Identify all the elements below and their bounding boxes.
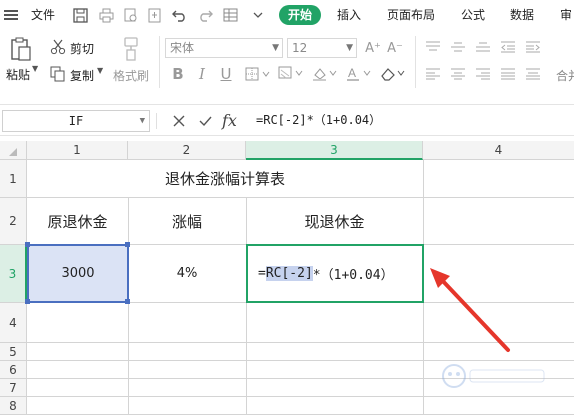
chevron-down-icon: ▼ [346, 43, 353, 53]
header-increase-rate[interactable]: 涨幅 [128, 198, 246, 244]
scissors-icon[interactable] [50, 39, 66, 55]
ribbon-divider [415, 36, 416, 88]
eraser-icon[interactable] [379, 65, 407, 83]
format-painter-button[interactable]: 格式刷 [113, 67, 149, 84]
indent-decrease-icon[interactable] [500, 40, 516, 54]
highlight-icon[interactable] [311, 65, 339, 83]
underline-icon[interactable]: U [218, 65, 234, 83]
column-header-1[interactable]: 1 [27, 141, 128, 160]
cancel-icon[interactable] [172, 113, 186, 129]
font-size-combo[interactable]: 12 ▼ [287, 38, 357, 58]
print-icon[interactable] [98, 7, 114, 23]
border-icon[interactable] [244, 65, 272, 83]
watermark-logo [440, 362, 550, 390]
align-left-icon[interactable] [425, 67, 441, 81]
row-header-6[interactable]: 6 [0, 361, 27, 379]
select-all-corner[interactable] [0, 141, 27, 160]
align-top-icon[interactable] [425, 40, 441, 54]
align-middle-icon[interactable] [450, 40, 466, 54]
merge-button[interactable]: 合并 [556, 67, 574, 84]
selection-handle[interactable] [25, 242, 30, 247]
justify-icon[interactable] [500, 67, 516, 81]
font-name-value: 宋体 [170, 41, 195, 55]
tab-formulas[interactable]: 公式 [461, 0, 485, 30]
chevron-down-icon: ▼ [139, 116, 145, 126]
export-pdf-icon[interactable] [146, 7, 162, 23]
original-value: 3000 [61, 266, 95, 281]
decrease-font-icon[interactable]: A⁻ [386, 38, 404, 58]
row-header-7[interactable]: 7 [0, 379, 27, 397]
annotation-arrow [430, 268, 510, 352]
editing-formula-cell[interactable]: = RC[-2] *（1+0.04） [246, 244, 424, 303]
chevron-down-icon[interactable]: ▼ [97, 66, 103, 75]
cut-button[interactable]: 剪切 [70, 40, 94, 57]
sheet-title-cell[interactable]: 退休金涨幅计算表 [27, 160, 423, 197]
font-size-value: 12 [292, 41, 308, 55]
italic-icon[interactable]: I [194, 65, 210, 83]
menu-bar: 文件 开始 插入 页面布局 公式 数据 审 [0, 0, 574, 30]
confirm-icon[interactable] [198, 113, 212, 129]
formula-input[interactable]: =RC[-2]*（1+0.04） [256, 105, 381, 135]
distributed-align-icon[interactable] [525, 67, 541, 81]
cell-rate-value[interactable]: 4% [128, 244, 246, 302]
font-color-icon[interactable]: A [345, 65, 373, 83]
row-header-4[interactable]: 4 [0, 303, 27, 343]
formula-suffix: *（1+0.04） [312, 268, 394, 283]
undo-icon[interactable] [172, 7, 188, 23]
row-header-1[interactable]: 1 [0, 160, 27, 198]
row-header-5[interactable]: 5 [0, 343, 27, 361]
align-right-icon[interactable] [475, 67, 491, 81]
copy-icon[interactable] [50, 66, 66, 82]
name-box[interactable]: IF ▼ [2, 110, 150, 132]
insert-function-icon[interactable]: fx [222, 111, 237, 130]
cell-original-value[interactable]: 3000 [27, 244, 129, 303]
redo-icon[interactable] [197, 7, 213, 23]
gridline [27, 396, 574, 397]
column-header-2[interactable]: 2 [128, 141, 246, 160]
file-menu[interactable]: 文件 [31, 0, 55, 30]
tab-review[interactable]: 审 [560, 0, 572, 30]
copy-button[interactable]: 复制 [70, 67, 94, 84]
tab-insert[interactable]: 插入 [337, 0, 361, 30]
tab-page-layout[interactable]: 页面布局 [387, 0, 435, 30]
row-header-8[interactable]: 8 [0, 397, 27, 415]
ribbon-divider [159, 36, 160, 88]
font-name-combo[interactable]: 宋体 ▼ [165, 38, 283, 58]
formula-bar: IF ▼ fx =RC[-2]*（1+0.04） [0, 104, 574, 136]
column-header-4[interactable]: 4 [423, 141, 574, 160]
chevron-down-icon[interactable]: ▼ [32, 64, 38, 73]
bold-icon[interactable]: B [170, 65, 186, 83]
align-center-icon[interactable] [450, 67, 466, 81]
svg-text:A: A [348, 66, 356, 80]
save-icon[interactable] [72, 7, 88, 23]
format-painter-icon[interactable] [120, 36, 142, 62]
chevron-down-icon[interactable] [250, 7, 266, 23]
column-header-bar: 1 2 3 4 [0, 141, 574, 160]
chevron-down-icon: ▼ [272, 43, 279, 53]
tab-start[interactable]: 开始 [279, 5, 321, 25]
increase-font-icon[interactable]: A⁺ [364, 38, 382, 58]
table-style-icon[interactable] [222, 7, 238, 23]
formula-reference: RC[-2] [265, 266, 313, 281]
print-preview-icon[interactable] [122, 7, 138, 23]
row-header-2[interactable]: 2 [0, 198, 27, 245]
header-original-pension[interactable]: 原退休金 [27, 198, 128, 244]
row-header-3[interactable]: 3 [0, 245, 27, 303]
paste-icon[interactable] [9, 36, 33, 62]
gridline [27, 360, 574, 361]
indent-increase-icon[interactable] [525, 40, 541, 54]
name-box-value: IF [68, 114, 84, 128]
selection-handle[interactable] [25, 299, 30, 304]
menu-icon[interactable] [3, 7, 19, 23]
formula-bar-divider [156, 113, 157, 129]
ribbon: 粘贴 ▼ 剪切 复制 ▼ 格式刷 宋体 ▼ 12 ▼ A⁺ A⁻ B I U A [0, 30, 574, 94]
paste-button[interactable]: 粘贴 [6, 66, 30, 83]
formula-prefix: = [258, 266, 266, 281]
tab-data[interactable]: 数据 [510, 0, 534, 30]
header-current-pension[interactable]: 现退休金 [246, 198, 423, 244]
align-bottom-icon[interactable] [475, 40, 491, 54]
fill-color-icon[interactable] [277, 65, 305, 83]
column-header-3[interactable]: 3 [246, 141, 423, 160]
